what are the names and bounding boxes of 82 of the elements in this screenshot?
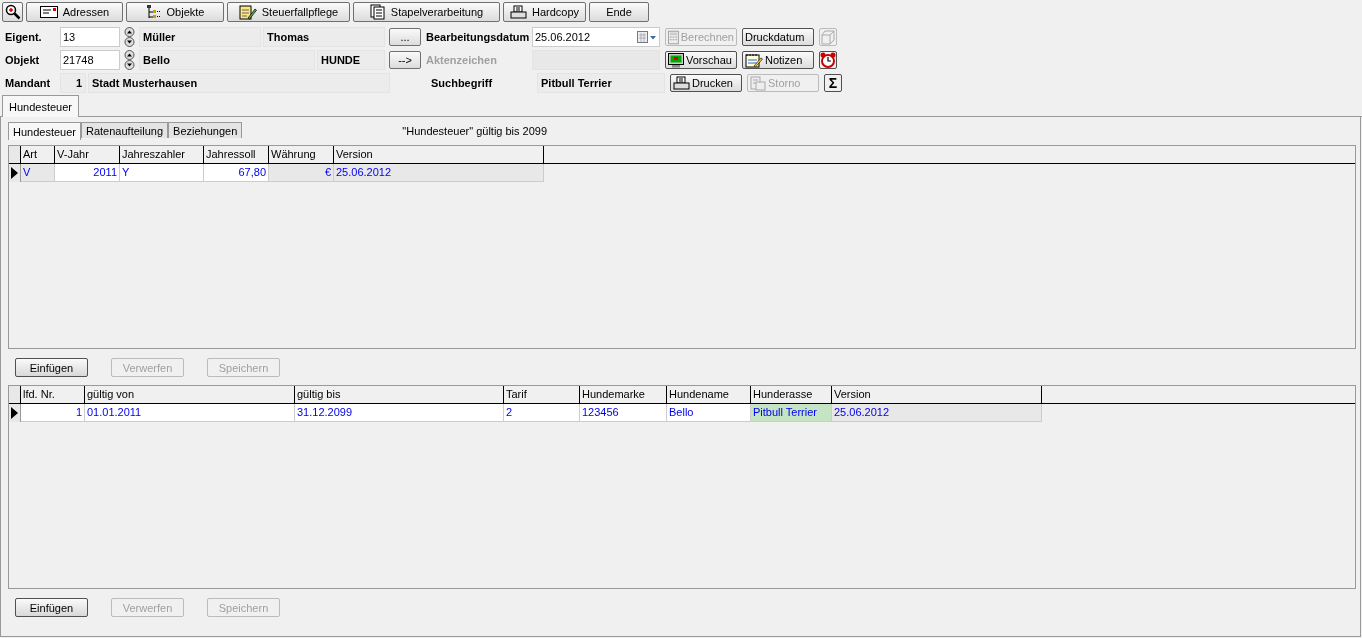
spinner-icon[interactable]	[123, 27, 136, 47]
table-cell: Bello	[667, 404, 751, 422]
zoom-button[interactable]	[2, 2, 23, 22]
side-button[interactable]: Σ	[824, 74, 842, 92]
tab[interactable]: Hundesteuer	[8, 122, 81, 140]
toolbar-button[interactable]: Steuerfallpflege	[227, 2, 350, 22]
action-button[interactable]: Vorschau	[665, 51, 737, 69]
tab[interactable]: Ratenaufteilung	[81, 122, 169, 138]
document-icon	[750, 75, 766, 91]
column-header[interactable]: lfd. Nr.	[21, 386, 85, 403]
column-header[interactable]: Jahressoll	[204, 146, 269, 163]
display-field: Pitbull Terrier	[537, 73, 665, 93]
number-field[interactable]: 13	[60, 27, 120, 47]
display-field: HUNDE	[317, 50, 385, 70]
column-header[interactable]: Hundename	[667, 386, 751, 403]
display-field: Thomas	[263, 27, 385, 47]
tab[interactable]: Hundesteuer	[2, 95, 79, 117]
printer-icon	[673, 75, 690, 91]
table-cell: 01.01.2011	[85, 404, 295, 422]
magnifier-icon	[4, 4, 21, 20]
date-field[interactable]: 25.06.2012	[532, 27, 660, 47]
field-label: Mandant	[5, 77, 52, 89]
table-cell: V	[21, 164, 55, 182]
side-button[interactable]	[819, 51, 837, 69]
table-cell: 25.06.2012	[832, 404, 1042, 422]
column-header[interactable]: V-Jahr	[55, 146, 120, 163]
number-field[interactable]: 21748	[60, 50, 120, 70]
pencil-document-icon	[238, 4, 257, 20]
field-label: Aktenzeichen	[426, 54, 498, 66]
calendar-icon	[637, 31, 657, 43]
envelope-icon	[39, 6, 58, 18]
table-cell: 67,80	[204, 164, 269, 182]
action-button[interactable]: Notizen	[742, 51, 814, 69]
tree-icon	[145, 4, 162, 20]
validity-note: "Hundesteuer" gültig bis 2099	[402, 125, 548, 139]
pages-icon	[369, 4, 386, 20]
action-button[interactable]: Drucken	[670, 74, 742, 92]
display-field: Bello	[139, 50, 315, 70]
tab[interactable]: Beziehungen	[168, 122, 243, 138]
column-header[interactable]: Hundemarke	[580, 386, 667, 403]
lookup-button[interactable]: ...	[389, 28, 421, 46]
column-header[interactable]: Version	[832, 386, 1042, 403]
printer-icon	[509, 4, 527, 20]
stacked-boxes-icon	[821, 29, 835, 45]
number-display: 1	[60, 73, 86, 93]
column-header[interactable]: Jahreszahler	[120, 146, 204, 163]
grid-button[interactable]: Einfügen	[15, 358, 88, 377]
display-field: Stadt Musterhausen	[88, 73, 390, 93]
alarm-clock-icon	[820, 52, 836, 68]
notepad-icon	[745, 52, 763, 68]
column-header[interactable]: Hunderasse	[751, 386, 832, 403]
calculator-icon	[668, 29, 679, 45]
monitor-icon	[668, 52, 684, 68]
table-cell: 123456	[580, 404, 667, 422]
toolbar-button[interactable]: Ende	[589, 2, 649, 22]
column-header[interactable]: Version	[334, 146, 544, 163]
toolbar-button[interactable]: Hardcopy	[503, 2, 586, 22]
spinner-icon[interactable]	[123, 50, 136, 70]
field-label: Suchbegriff	[431, 77, 494, 89]
toolbar-button[interactable]: Adressen	[26, 2, 123, 22]
field-label: Objekt	[5, 54, 41, 66]
table-cell: 25.06.2012	[334, 164, 544, 182]
action-button[interactable]: Druckdatum	[742, 28, 814, 46]
lookup-button[interactable]: -->	[389, 51, 421, 69]
table-cell: 2011	[55, 164, 120, 182]
table-cell: Y	[120, 164, 204, 182]
column-header[interactable]: Tarif	[504, 386, 580, 403]
column-header[interactable]: Währung	[269, 146, 334, 163]
field-label: Bearbeitungsdatum	[426, 31, 530, 43]
field-label: Eigent.	[5, 31, 43, 43]
grid-button[interactable]: Einfügen	[15, 598, 88, 617]
display-field: Müller	[139, 27, 261, 47]
table-cell: 31.12.2099	[295, 404, 504, 422]
table-cell: Pitbull Terrier	[751, 404, 832, 422]
table-cell: 1	[21, 404, 85, 422]
toolbar-button[interactable]: Stapelverarbeitung	[353, 2, 500, 22]
table-cell: 2	[504, 404, 580, 422]
table-cell: €	[269, 164, 334, 182]
column-header[interactable]: Art	[21, 146, 55, 163]
column-header[interactable]: gültig von	[85, 386, 295, 403]
column-header[interactable]: gültig bis	[295, 386, 504, 403]
toolbar-button[interactable]: Objekte	[126, 2, 224, 22]
